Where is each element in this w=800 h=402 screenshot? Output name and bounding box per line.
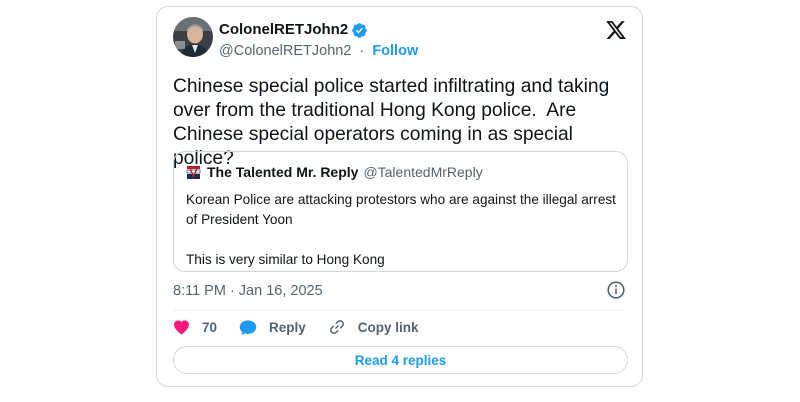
action-bar: 70 Reply Copy link [173, 316, 441, 338]
author-handle-row: @ColonelRETJohn2 · Follow [219, 42, 418, 60]
divider [173, 310, 626, 311]
reply-button[interactable]: Reply [239, 319, 306, 336]
quoted-author-avatar [186, 164, 201, 180]
author-name[interactable]: ColonelRETJohn2 [219, 21, 348, 39]
copy-link-label: Copy link [357, 319, 419, 335]
quoted-tweet-header: The Talented Mr. Reply @TalentedMrReply [186, 164, 483, 180]
quoted-author-handle: @TalentedMrReply [363, 164, 483, 180]
copy-link-button[interactable]: Copy link [328, 318, 419, 336]
reply-label: Reply [269, 319, 306, 335]
heart-icon [174, 320, 189, 335]
like-count: 70 [202, 319, 218, 335]
follow-link[interactable]: Follow [372, 43, 418, 59]
like-button[interactable]: 70 [173, 319, 217, 335]
link-icon [329, 320, 344, 334]
quoted-author-name: The Talented Mr. Reply [207, 164, 359, 180]
quoted-tweet[interactable]: The Talented Mr. Reply @TalentedMrReply … [173, 151, 628, 272]
x-logo-icon[interactable] [605, 19, 627, 41]
reply-bubble-icon [239, 319, 257, 335]
verified-badge-icon [351, 22, 368, 39]
read-replies-button[interactable]: Read 4 replies [173, 346, 628, 374]
author-handle[interactable]: @ColonelRETJohn2 [219, 43, 351, 59]
timestamp[interactable]: 8:11 PM · Jan 16, 2025 [173, 282, 323, 300]
info-icon[interactable] [606, 280, 626, 300]
avatar[interactable] [173, 17, 213, 57]
author-name-row[interactable]: ColonelRETJohn2 [219, 21, 368, 39]
tweet-card: ColonelRETJohn2 @ColonelRETJohn2 · Follo… [156, 6, 643, 387]
quoted-tweet-text: Korean Police are attacking protestors w… [186, 192, 616, 267]
separator-dot: · [359, 43, 365, 59]
